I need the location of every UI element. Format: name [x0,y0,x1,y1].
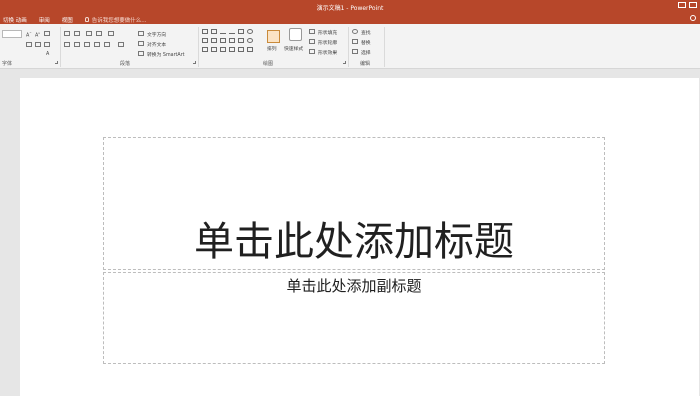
oval-shape-icon[interactable] [247,29,253,34]
title-placeholder-text: 单击此处添加标题 [194,219,514,265]
grow-font-icon[interactable]: A^ [26,31,32,39]
align-right-icon[interactable] [84,42,90,47]
text-direction-icon [138,31,144,36]
group-divider [60,27,61,67]
shape-outline-button[interactable]: 形状轮廓 [318,39,337,46]
group-label-editing: 编辑 [360,61,371,67]
shape-effects-icon [309,49,315,54]
align-text-button[interactable]: 对齐文本 [147,41,166,48]
clear-formatting-icon[interactable] [44,31,50,36]
text-direction-button[interactable]: 文字方向 [147,31,166,38]
window-controls [675,2,697,8]
drawing-dialog-launcher-icon[interactable] [343,61,346,64]
subtitle-placeholder[interactable]: 单击此处添加副标题 [103,272,605,364]
group-divider [198,27,199,67]
ribbon: A^ Av A 字体 文字方向 对齐文本 转换为 SmartArt 段落 排列 … [0,24,700,69]
connector-shape-icon[interactable] [220,47,226,52]
title-placeholder[interactable]: 单击此处添加标题 [103,137,605,270]
brace-shape-icon[interactable] [238,47,244,52]
minimize-icon[interactable] [689,2,697,8]
tab-transitions-animations[interactable]: 切换 动画 [3,16,27,24]
align-text-icon [138,41,144,46]
more-shapes-icon[interactable] [247,47,253,52]
lightbulb-icon [84,17,89,22]
subtitle-placeholder-text: 单击此处添加副标题 [286,277,422,295]
font-dialog-launcher-icon[interactable] [55,61,58,64]
line-spacing-icon[interactable] [108,31,114,36]
numbering-icon[interactable] [74,31,80,36]
font-size-box[interactable] [2,30,22,38]
star-shape-icon[interactable] [229,47,235,52]
increase-indent-icon[interactable] [96,31,102,36]
tell-me-placeholder: 告诉我您想要做什么... [91,17,147,24]
triangle-shape-icon[interactable] [211,38,217,43]
shape-effects-button[interactable]: 形状效果 [318,49,337,56]
freeform-shape-icon[interactable] [211,47,217,52]
group-label-paragraph: 段落 [120,61,131,67]
replace-icon [352,39,358,44]
change-case-icon[interactable] [44,42,50,47]
powerpoint-window: 演示文稿1 - PowerPoint 切换 动画 审阅 视图 告诉我您想要做什么… [0,0,700,396]
decrease-indent-icon[interactable] [86,31,92,36]
shape-outline-icon [309,39,315,44]
paragraph-options-icon[interactable] [118,42,124,47]
shrink-font-icon[interactable]: Av [35,31,40,39]
character-spacing-icon[interactable] [35,42,41,47]
pentagon-shape-icon[interactable] [202,47,208,52]
smartart-icon [138,51,144,56]
group-label-drawing: 绘图 [263,61,274,67]
shapes-gallery[interactable] [202,29,256,54]
shape-fill-button[interactable]: 形状填充 [318,29,337,36]
right-arrow-shape-icon[interactable] [238,38,244,43]
font-color-icon[interactable]: A [46,52,49,57]
tab-view[interactable]: 视图 [62,16,73,24]
quick-styles-icon [289,28,302,41]
tab-review[interactable]: 审阅 [39,16,50,24]
find-button[interactable]: 查找 [361,29,371,36]
rectangle-shape-icon[interactable] [238,29,244,34]
curve-shape-icon[interactable] [229,38,235,43]
vertical-textbox-shape-icon[interactable] [211,29,217,34]
title-bar: 演示文稿1 - PowerPoint 切换 动画 审阅 视图 告诉我您想要做什么… [0,0,700,24]
group-divider [384,27,385,67]
rounded-rectangle-shape-icon[interactable] [202,38,208,43]
tell-me-search[interactable]: 告诉我您想要做什么... [84,16,147,24]
bullets-icon[interactable] [64,31,70,36]
window-title: 演示文稿1 - PowerPoint [316,5,384,12]
arrow-shape-icon[interactable] [229,29,235,34]
group-divider [348,27,349,67]
group-label-font: 字体 [2,61,13,67]
elbow-connector-shape-icon[interactable] [220,38,226,43]
arrange-button[interactable]: 排列 [267,45,277,52]
account-icon[interactable] [690,15,696,21]
textbox-shape-icon[interactable] [202,29,208,34]
columns-icon[interactable] [104,42,110,47]
strikethrough-icon[interactable] [26,42,32,47]
align-left-icon[interactable] [64,42,70,47]
find-icon [352,29,358,34]
line-shape-icon[interactable] [220,29,226,34]
shape-fill-icon [309,29,315,34]
justify-icon[interactable] [94,42,100,47]
select-icon [352,49,358,54]
quick-styles-button[interactable]: 快速样式 [284,45,303,52]
arrange-icon [267,30,280,43]
ribbon-tabs: 切换 动画 审阅 视图 告诉我您想要做什么... [3,15,147,24]
circle-shape-icon[interactable] [247,38,253,43]
replace-button[interactable]: 替换 [361,39,371,46]
convert-smartart-button[interactable]: 转换为 SmartArt [147,51,185,58]
align-center-icon[interactable] [74,42,80,47]
select-button[interactable]: 选择 [361,49,371,56]
paragraph-dialog-launcher-icon[interactable] [193,61,196,64]
ribbon-display-options-icon[interactable] [678,2,686,8]
